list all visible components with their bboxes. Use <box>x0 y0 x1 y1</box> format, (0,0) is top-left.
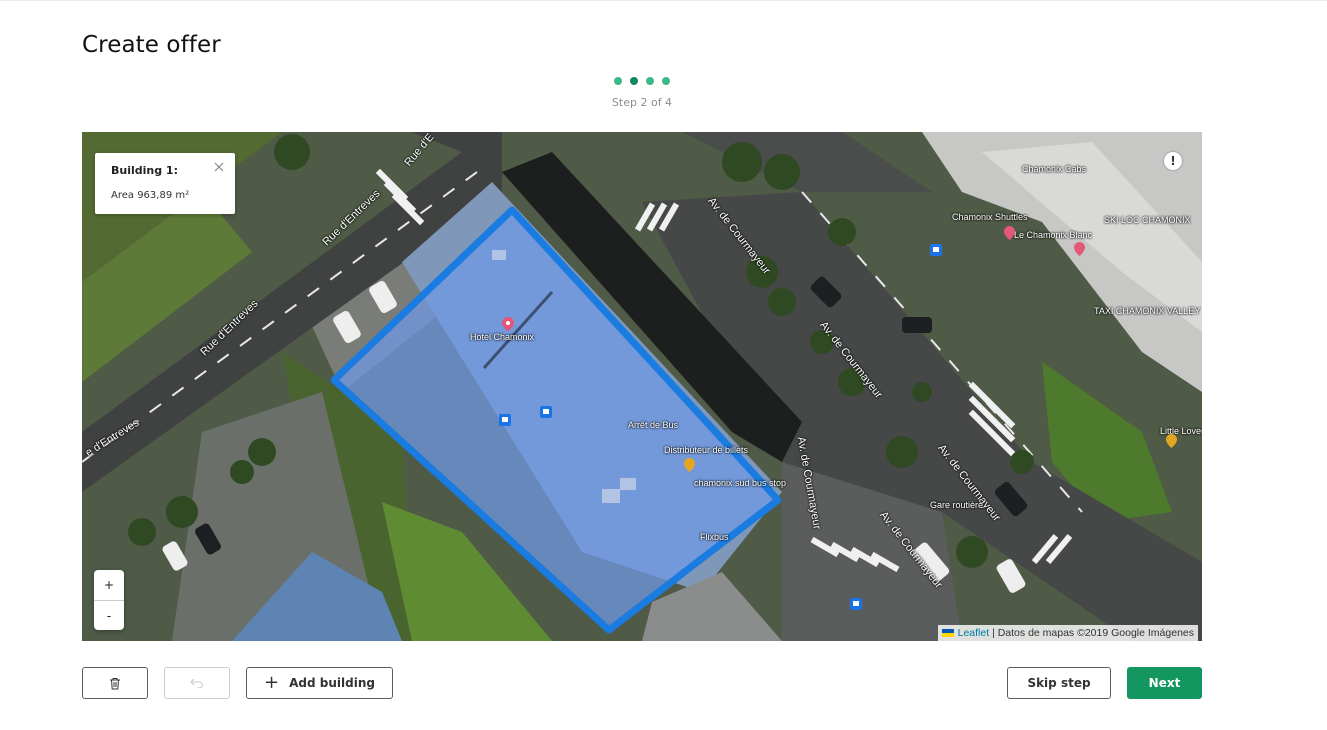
plus-icon: + <box>264 672 280 693</box>
leaflet-link[interactable]: Leaflet <box>958 627 990 639</box>
page-title: Create offer <box>82 32 221 58</box>
place-label: Chamonix Shuttles <box>952 212 1028 222</box>
undo-button[interactable] <box>164 667 230 699</box>
step-dot-2 <box>630 77 638 85</box>
ukraine-flag-icon <box>941 629 954 637</box>
zoom-in-button[interactable]: + <box>94 570 124 600</box>
delete-button[interactable] <box>82 667 148 699</box>
hotel-icon[interactable] <box>502 317 514 331</box>
hotel-icon[interactable] <box>1004 226 1015 240</box>
place-label: SKI LOC CHAMONIX <box>1104 215 1191 225</box>
warning-icon[interactable]: ! <box>1164 152 1182 170</box>
bus-stop-icon[interactable] <box>540 406 552 418</box>
place-label: Arrêt de Bus <box>628 420 679 430</box>
place-label: TAXI CHAMONIX VALLEY <box>1094 306 1201 316</box>
place-label: Distributeur de billets <box>664 445 749 455</box>
attribution-text: | Datos de mapas ©2019 Google Imágenes <box>989 627 1194 639</box>
step-label: Step 2 of 4 <box>611 96 673 109</box>
pin-icon[interactable] <box>1166 434 1177 448</box>
trash-icon <box>110 677 120 689</box>
bus-stop-icon[interactable] <box>850 598 862 610</box>
skip-step-button[interactable]: Skip step <box>1007 667 1111 699</box>
place-label: chamonix sud bus stop <box>694 478 787 488</box>
building-area: Area 963,89 m² <box>111 190 190 201</box>
undo-icon <box>190 678 204 688</box>
map-attribution: Leaflet | Datos de mapas ©2019 Google Im… <box>937 625 1198 641</box>
next-button[interactable]: Next <box>1127 667 1202 699</box>
step-indicator <box>0 77 1284 85</box>
hotel-icon[interactable] <box>1074 242 1085 256</box>
place-label: Le Chamonix Blanc <box>1014 230 1093 240</box>
step-dot-4 <box>662 77 670 85</box>
zoom-control: + - <box>94 570 124 630</box>
bus-stop-icon[interactable] <box>930 244 942 256</box>
place-label: Flixbus <box>700 532 729 542</box>
satellite-map[interactable]: Rue d'Entreves Rue d'Entreves e d'Entrev… <box>82 132 1202 641</box>
step-dot-3 <box>646 77 654 85</box>
add-building-label: Add building <box>289 676 375 690</box>
place-label: Gare routière <box>930 500 984 510</box>
place-label: Chamonix Cabs <box>1022 164 1087 174</box>
close-icon[interactable] <box>211 159 227 175</box>
bus-stop-icon[interactable] <box>499 414 511 426</box>
pin-icon[interactable] <box>684 458 695 472</box>
add-building-button[interactable]: + Add building <box>246 667 393 699</box>
top-divider <box>0 0 1327 1</box>
place-label: Hotel Chamonix <box>470 332 535 342</box>
building-info-popup: Building 1: Area 963,89 m² <box>95 153 235 214</box>
zoom-out-button[interactable]: - <box>94 601 124 631</box>
aerial-imagery <box>82 132 1202 641</box>
step-dot-1 <box>614 77 622 85</box>
building-name: Building 1: <box>111 164 178 177</box>
